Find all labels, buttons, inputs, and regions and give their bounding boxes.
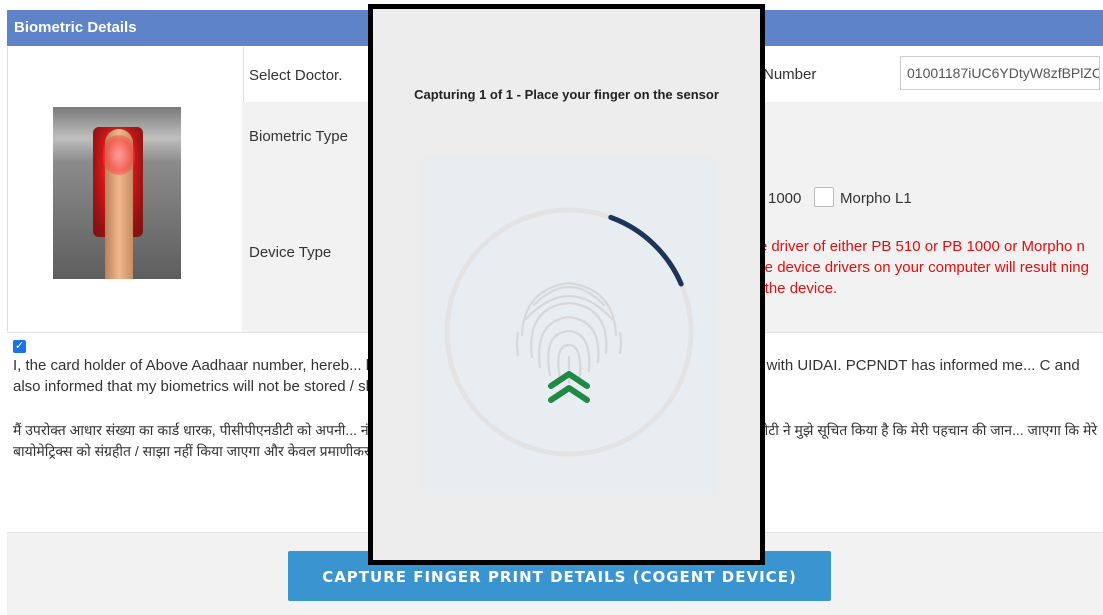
device-option-pb1000: 1000 — [768, 190, 802, 207]
fingerprint-scanner-photo — [53, 107, 181, 279]
fingerprint-icon — [515, 281, 623, 385]
consent-checkbox[interactable]: ✓ — [13, 340, 26, 353]
morpho-checkbox[interactable] — [814, 187, 834, 207]
select-doctor-label: Select Doctor. — [249, 67, 343, 84]
scan-progress-graphic — [444, 207, 694, 457]
device-option-morpho: Morpho L1 — [840, 190, 912, 207]
scan-area — [422, 157, 717, 495]
progress-ring-arc — [608, 214, 684, 287]
biometric-type-label: Biometric Type — [249, 128, 348, 145]
device-type-label: Device Type — [249, 244, 332, 261]
aadhaar-number-label: Number — [763, 66, 817, 83]
finger-photo-cell — [7, 47, 244, 331]
capture-modal: Capturing 1 of 1 - Place your finger on … — [368, 4, 765, 565]
panel-title: Biometric Details — [14, 19, 137, 36]
aadhaar-number-field[interactable]: 01001187iUC6YDtyW8zfBPlZC — [900, 56, 1100, 90]
capture-status-text: Capturing 1 of 1 - Place your finger on … — [414, 87, 719, 102]
device-driver-warning: ice driver of either PB 510 or PB 1000 o… — [748, 238, 1089, 297]
